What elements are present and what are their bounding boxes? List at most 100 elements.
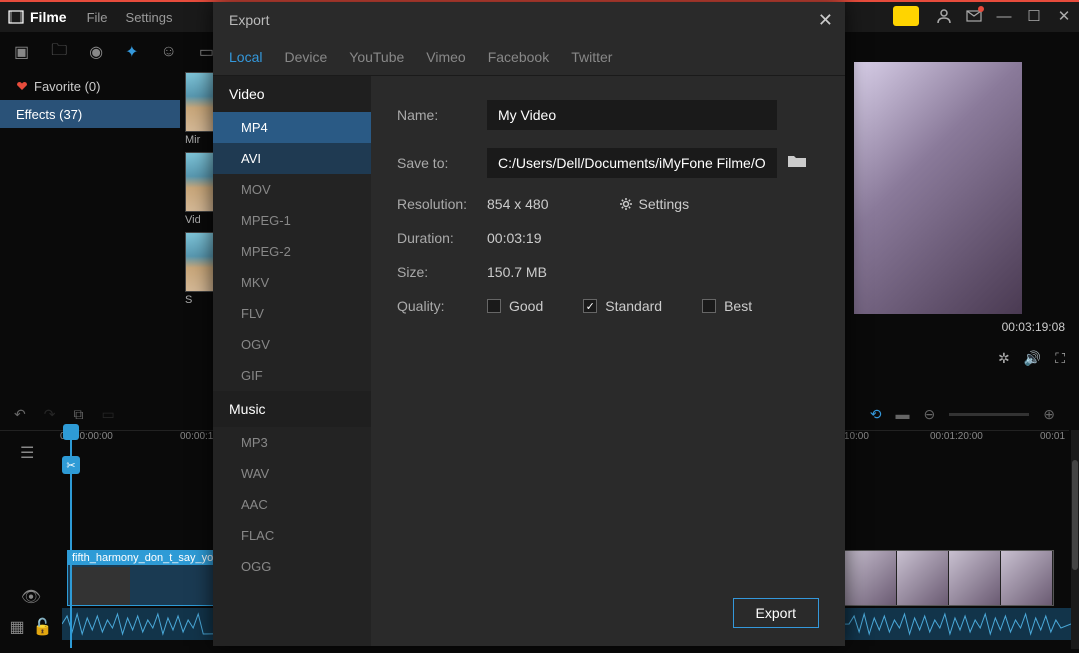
modal-titlebar: Export ✕ <box>213 2 845 38</box>
checkbox-icon <box>487 299 501 313</box>
format-sidebar: Video MP4 AVI MOV MPEG-1 MPEG-2 MKV FLV … <box>213 76 371 646</box>
preview-timecode: 00:03:19:08 <box>1002 320 1065 334</box>
zoom-out-icon[interactable]: ⊖ <box>924 406 936 423</box>
quality-label: Quality: <box>397 298 487 314</box>
quality-good[interactable]: Good <box>487 298 543 314</box>
export-form: Name: Save to: Resolution: 854 x 480 Set… <box>371 76 845 646</box>
resolution-label: Resolution: <box>397 196 487 212</box>
preview-time-row: 00:03:19:08 <box>849 314 1069 340</box>
quality-standard[interactable]: Standard <box>583 298 662 314</box>
format-mkv[interactable]: MKV <box>213 267 371 298</box>
app-logo: Filme <box>8 9 67 25</box>
menu-file[interactable]: File <box>87 10 108 25</box>
format-header-music: Music <box>213 391 371 427</box>
duration-label: Duration: <box>397 230 487 246</box>
format-mp3[interactable]: MP3 <box>213 427 371 458</box>
name-label: Name: <box>397 107 487 123</box>
preview-panel: 00:03:19:08 ✲ 🔊 ⛶ <box>849 62 1069 377</box>
copy-icon[interactable]: ⧉ <box>73 406 83 423</box>
preview-fullscreen-icon[interactable]: ⛶ <box>1055 350 1065 367</box>
zoom-in-icon[interactable]: ⊕ <box>1043 406 1055 423</box>
undo-icon[interactable]: ↶ <box>14 406 26 423</box>
modal-close-button[interactable]: ✕ <box>818 10 833 31</box>
format-mpeg1[interactable]: MPEG-1 <box>213 205 371 236</box>
size-value: 150.7 MB <box>487 264 547 280</box>
export-modal: Export ✕ Local Device YouTube Vimeo Face… <box>213 2 845 646</box>
saveto-label: Save to: <box>397 155 487 171</box>
format-mp4[interactable]: MP4 <box>213 112 371 143</box>
tab-youtube[interactable]: YouTube <box>349 49 404 65</box>
film-icon[interactable]: ▦ <box>9 617 24 637</box>
format-mpeg2[interactable]: MPEG-2 <box>213 236 371 267</box>
notification-badge[interactable] <box>893 6 919 26</box>
track-head-video: 👁 ▦ 🔓 <box>10 582 52 642</box>
format-wav[interactable]: WAV <box>213 458 371 489</box>
redo-icon[interactable]: ↷ <box>44 406 56 423</box>
menu-settings[interactable]: Settings <box>126 10 173 25</box>
clip-2[interactable] <box>844 550 1054 606</box>
scrollbar-thumb[interactable] <box>1072 460 1078 570</box>
tab-local[interactable]: Local <box>229 49 262 65</box>
favorite-label: Favorite (0) <box>34 79 100 94</box>
ruler-time-4: 00:01 <box>1040 431 1065 442</box>
format-ogg[interactable]: OGG <box>213 551 371 582</box>
format-aac[interactable]: AAC <box>213 489 371 520</box>
format-gif[interactable]: GIF <box>213 360 371 391</box>
window-maximize[interactable]: ☐ <box>1019 0 1049 32</box>
eye-icon[interactable]: 👁 <box>21 587 41 607</box>
export-tabs: Local Device YouTube Vimeo Facebook Twit… <box>213 38 845 76</box>
left-sidebar: Favorite (0) Effects (37) <box>0 72 180 128</box>
folder-icon[interactable]: 🗀 <box>51 39 67 66</box>
vertical-scrollbar[interactable] <box>1071 430 1079 649</box>
tab-vimeo[interactable]: Vimeo <box>426 49 465 65</box>
sidebar-effects[interactable]: Effects (37) <box>0 100 180 128</box>
preview-settings-icon[interactable]: ✲ <box>998 350 1010 367</box>
settings-label: Settings <box>639 196 690 212</box>
tab-twitter[interactable]: Twitter <box>571 49 612 65</box>
tab-device[interactable]: Device <box>284 49 327 65</box>
sidebar-favorite[interactable]: Favorite (0) <box>0 72 180 100</box>
window-minimize[interactable]: — <box>989 0 1019 32</box>
tab-facebook[interactable]: Facebook <box>488 49 549 65</box>
clip-label: fifth_harmony_don_t_say_you <box>68 551 226 565</box>
zoom-slider[interactable] <box>949 413 1029 416</box>
format-flv[interactable]: FLV <box>213 298 371 329</box>
effects-icon[interactable]: ✦ <box>125 42 138 62</box>
marker-icon[interactable]: ▬ <box>896 406 910 422</box>
window-close[interactable]: ✕ <box>1049 0 1079 32</box>
window-controls: — ☐ ✕ <box>893 0 1079 32</box>
preview-image <box>854 62 1022 314</box>
scissors-icon[interactable]: ✂ <box>62 456 80 474</box>
format-avi[interactable]: AVI <box>213 143 371 174</box>
quality-best[interactable]: Best <box>702 298 752 314</box>
audio-icon[interactable]: ◉ <box>89 42 103 62</box>
checkbox-checked-icon <box>583 299 597 313</box>
timeline-menu-icon[interactable]: ☰ <box>20 443 34 463</box>
clip-thumb <box>70 567 130 605</box>
layers-icon[interactable]: ▭ <box>199 42 214 62</box>
saveto-input[interactable] <box>487 148 777 178</box>
browse-folder-button[interactable] <box>787 153 807 174</box>
name-input[interactable] <box>487 100 777 130</box>
user-icon[interactable] <box>929 0 959 32</box>
ruler-time-3: 00:01:20:00 <box>930 431 983 442</box>
format-flac[interactable]: FLAC <box>213 520 371 551</box>
resolution-value: 854 x 480 <box>487 196 549 212</box>
paste-icon[interactable]: ▭ <box>101 406 114 423</box>
format-mov[interactable]: MOV <box>213 174 371 205</box>
size-label: Size: <box>397 264 487 280</box>
lock-icon[interactable]: 🔓 <box>33 617 53 637</box>
export-button[interactable]: Export <box>733 598 819 628</box>
media-icon[interactable]: ▣ <box>14 42 29 62</box>
playhead[interactable]: ✂ <box>70 428 72 648</box>
emoji-icon[interactable]: ☺ <box>161 43 177 61</box>
clip-1[interactable]: fifth_harmony_don_t_say_you <box>67 550 227 606</box>
mail-icon[interactable] <box>959 0 989 32</box>
preview-volume-icon[interactable]: 🔊 <box>1024 350 1041 367</box>
checkbox-icon <box>702 299 716 313</box>
resolution-settings-button[interactable]: Settings <box>619 196 690 212</box>
snap-icon[interactable]: ⟲ <box>870 406 882 423</box>
quality-group: Good Standard Best <box>487 298 752 314</box>
modal-title: Export <box>229 12 269 28</box>
format-ogv[interactable]: OGV <box>213 329 371 360</box>
